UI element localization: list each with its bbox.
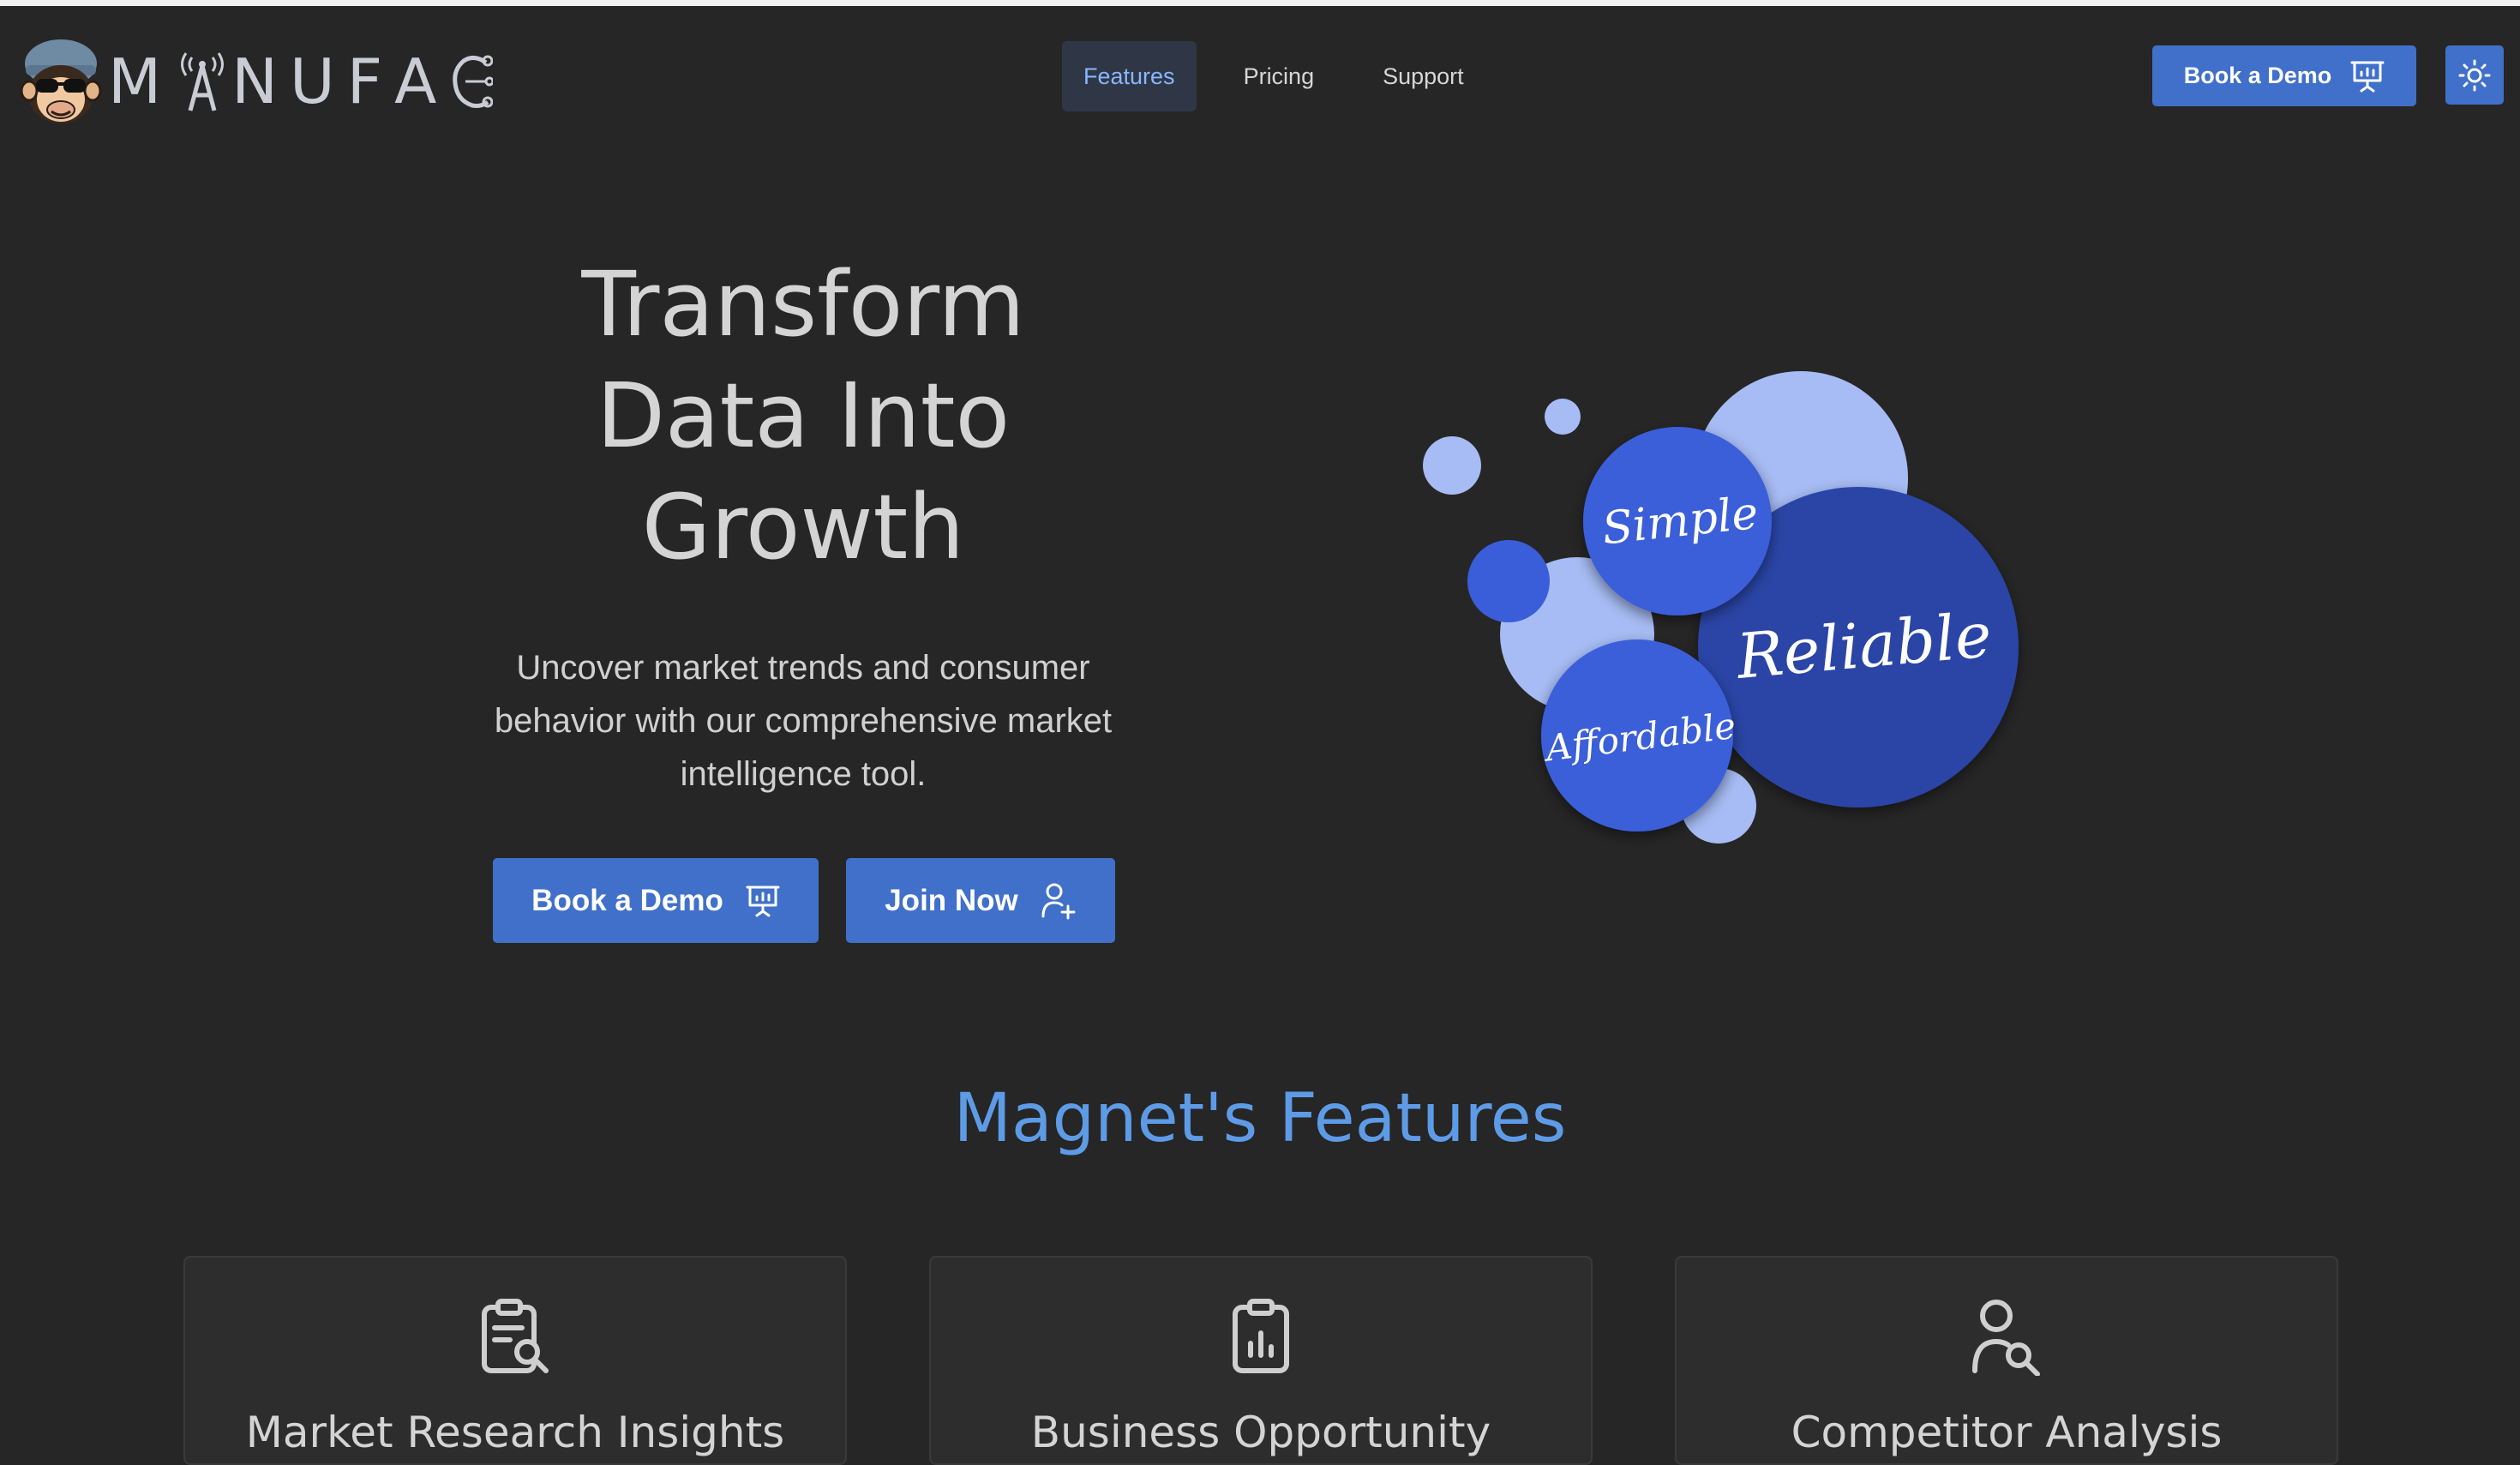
features-heading: Magnet's Features xyxy=(953,1080,1567,1157)
hero-subtitle: Uncover market trends and consumer behav… xyxy=(460,641,1146,801)
clipboard-chart-icon xyxy=(1233,1299,1289,1373)
nav-features[interactable]: Features xyxy=(1062,41,1197,111)
logo-wordmark: M NUFA xyxy=(108,45,494,117)
header-book-demo-button[interactable]: Book a Demo xyxy=(2152,45,2416,106)
hero-book-demo-button[interactable]: Book a Demo xyxy=(493,858,819,943)
sun-icon xyxy=(2458,59,2491,91)
circuit-c-icon xyxy=(453,55,494,108)
hero-title: Transform Data Into Growth xyxy=(460,249,1146,583)
feature-card-title: Business Opportunity xyxy=(1030,1408,1491,1457)
top-border xyxy=(0,0,2520,6)
site-header: M NUFA Features Pricing Support Book a D… xyxy=(0,6,2520,148)
feature-card-business-opportunity[interactable]: Business Opportunity xyxy=(929,1256,1593,1465)
value-bubbles-illustration: Simple Reliable Affordable xyxy=(1423,371,2019,844)
bubble-decor xyxy=(1423,436,1481,495)
user-search-icon xyxy=(1972,1300,2040,1376)
presentation-icon xyxy=(746,886,780,916)
hero-title-line: Growth xyxy=(641,475,965,579)
bubble-decor xyxy=(1467,540,1550,622)
feature-card-title: Competitor Analysis xyxy=(1791,1408,2223,1457)
brand-logo[interactable]: M NUFA xyxy=(19,30,494,133)
feature-card-competitor-analysis[interactable]: Competitor Analysis xyxy=(1675,1256,2338,1465)
hero-title-line: Transform xyxy=(581,252,1025,357)
hero-title-line: Data Into xyxy=(596,363,1011,468)
main-nav: Features Pricing Support xyxy=(1062,41,1511,111)
hero-book-demo-label: Book a Demo xyxy=(531,883,723,917)
nav-pricing[interactable]: Pricing xyxy=(1222,41,1336,111)
hero-join-now-label: Join Now xyxy=(885,883,1018,917)
hero-subtitle-line: intelligence tool. xyxy=(680,755,927,793)
hero-join-now-button[interactable]: Join Now xyxy=(846,858,1115,943)
clipboard-search-icon xyxy=(482,1299,549,1373)
presentation-icon xyxy=(2350,61,2385,92)
hero-subtitle-line: behavior with our comprehensive market xyxy=(494,702,1113,740)
feature-card-market-research[interactable]: Market Research Insights xyxy=(183,1256,847,1465)
user-plus-icon xyxy=(1041,883,1076,919)
header-book-demo-label: Book a Demo xyxy=(2183,63,2332,88)
bubble-decor xyxy=(1545,399,1581,435)
radio-tower-icon xyxy=(181,52,225,111)
hero-subtitle-line: Uncover market trends and consumer xyxy=(516,649,1090,687)
feature-card-title: Market Research Insights xyxy=(245,1408,785,1457)
theme-toggle-button[interactable] xyxy=(2445,45,2504,105)
nav-support[interactable]: Support xyxy=(1361,41,1485,111)
monkey-mascot-icon xyxy=(20,39,102,123)
